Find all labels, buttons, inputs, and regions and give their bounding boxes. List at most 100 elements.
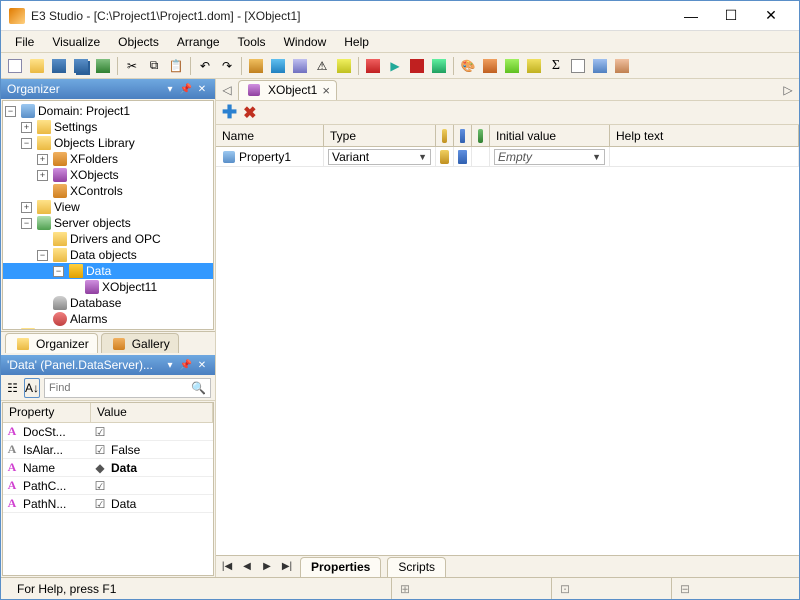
col-type[interactable]: Type xyxy=(324,125,436,146)
col-link-icon[interactable] xyxy=(436,125,454,146)
cell-help[interactable] xyxy=(610,147,799,166)
tree-alarms[interactable]: Alarms xyxy=(3,311,213,327)
tree-objects-library[interactable]: −Objects Library xyxy=(3,135,213,151)
tab-scripts[interactable]: Scripts xyxy=(387,557,446,577)
properties-grid[interactable]: Property Value ADocSt...☑AIsAlar...☑Fals… xyxy=(2,402,214,576)
redo-icon[interactable]: ↷ xyxy=(217,56,237,76)
panel-menu-icon[interactable]: ▾ xyxy=(163,82,177,96)
tree-xobject11[interactable]: XObject11 xyxy=(3,279,213,295)
tab-close-icon[interactable]: × xyxy=(322,83,330,98)
col-help[interactable]: Help text xyxy=(610,125,799,146)
cell-return[interactable] xyxy=(472,147,490,166)
tree-view[interactable]: +View xyxy=(3,199,213,215)
status-help: For Help, press F1 xyxy=(9,578,391,599)
search-icon[interactable]: 🔍 xyxy=(191,381,206,395)
copy-icon[interactable]: ⧉ xyxy=(144,56,164,76)
open-icon[interactable] xyxy=(27,56,47,76)
palette-icon[interactable]: 🎨 xyxy=(458,56,478,76)
minimize-button[interactable]: — xyxy=(671,2,711,30)
tool-icon-3[interactable] xyxy=(290,56,310,76)
tree-explorer[interactable]: +Explorer xyxy=(3,327,213,330)
panel-close-icon[interactable]: ✕ xyxy=(195,82,209,96)
sort-icon[interactable]: A↓ xyxy=(24,378,40,398)
menu-arrange[interactable]: Arrange xyxy=(169,33,228,51)
add-property-button[interactable]: ✚ xyxy=(222,102,237,123)
menu-window[interactable]: Window xyxy=(276,33,335,51)
tree-data-objects[interactable]: −Data objects xyxy=(3,247,213,263)
tree-database[interactable]: Database xyxy=(3,295,213,311)
col-save-icon[interactable] xyxy=(454,125,472,146)
tool-icon-7[interactable] xyxy=(429,56,449,76)
property-row[interactable]: Property1 Variant▼ Empty▼ xyxy=(216,147,799,167)
maximize-button[interactable]: ☐ xyxy=(711,2,751,30)
tab-nav-left-icon[interactable]: ◁ xyxy=(220,83,234,97)
tool-icon-10[interactable] xyxy=(524,56,544,76)
find-input[interactable] xyxy=(49,382,191,394)
tree-drivers[interactable]: Drivers and OPC xyxy=(3,231,213,247)
prop-row[interactable]: AName◆Data xyxy=(3,459,213,477)
prop-row[interactable]: ADocSt...☑ xyxy=(3,423,213,441)
props-menu-icon[interactable]: ▾ xyxy=(163,358,177,372)
categorize-icon[interactable]: ☷ xyxy=(5,378,20,398)
save-all-icon[interactable] xyxy=(71,56,91,76)
initial-dropdown[interactable]: Empty▼ xyxy=(494,149,605,165)
tool-icon-2[interactable] xyxy=(268,56,288,76)
tree-data[interactable]: −Data xyxy=(3,263,213,279)
find-box[interactable]: 🔍 xyxy=(44,378,211,398)
tree-xcontrols[interactable]: XControls xyxy=(3,183,213,199)
delete-property-button[interactable]: ✖ xyxy=(243,103,256,123)
tab-nav-right-icon[interactable]: ▷ xyxy=(781,83,795,97)
menu-visualize[interactable]: Visualize xyxy=(44,33,108,51)
doc-tab-xobject1[interactable]: XObject1 × xyxy=(238,80,337,100)
tree-xobjects[interactable]: +XObjects xyxy=(3,167,213,183)
cell-name[interactable]: Property1 xyxy=(239,150,291,164)
undo-icon[interactable]: ↶ xyxy=(195,56,215,76)
cell-save[interactable] xyxy=(454,147,472,166)
cell-link[interactable] xyxy=(436,147,454,166)
paste-icon[interactable]: 📋 xyxy=(166,56,186,76)
prop-row[interactable]: APathC...☑ xyxy=(3,477,213,495)
tool-icon-13[interactable] xyxy=(612,56,632,76)
close-button[interactable]: ✕ xyxy=(751,2,791,30)
type-dropdown[interactable]: Variant▼ xyxy=(328,149,431,165)
warning-icon[interactable]: ⚠ xyxy=(312,56,332,76)
col-name[interactable]: Name xyxy=(216,125,324,146)
menu-tools[interactable]: Tools xyxy=(230,33,274,51)
menu-objects[interactable]: Objects xyxy=(110,33,167,51)
nav-first-icon[interactable]: |◀ xyxy=(220,561,234,572)
nav-prev-icon[interactable]: ◀ xyxy=(240,561,254,572)
props-close-icon[interactable]: ✕ xyxy=(195,358,209,372)
cut-icon[interactable]: ✂ xyxy=(122,56,142,76)
save-icon[interactable] xyxy=(49,56,69,76)
refresh-icon[interactable] xyxy=(93,56,113,76)
tool-icon-11[interactable] xyxy=(568,56,588,76)
organizer-tree[interactable]: −Domain: Project1 +Settings −Objects Lib… xyxy=(2,100,214,330)
tree-server-objects[interactable]: −Server objects xyxy=(3,215,213,231)
nav-last-icon[interactable]: ▶| xyxy=(280,561,294,572)
tool-icon-1[interactable] xyxy=(246,56,266,76)
prop-row[interactable]: APathN...☑Data xyxy=(3,495,213,513)
menu-help[interactable]: Help xyxy=(336,33,377,51)
tool-icon-9[interactable] xyxy=(502,56,522,76)
run-icon[interactable]: ▶ xyxy=(385,56,405,76)
nav-next-icon[interactable]: ▶ xyxy=(260,561,274,572)
prop-row[interactable]: AIsAlar...☑False xyxy=(3,441,213,459)
stop-icon[interactable] xyxy=(407,56,427,76)
tool-icon-6[interactable] xyxy=(363,56,383,76)
props-pin-icon[interactable]: 📌 xyxy=(179,358,193,372)
tab-properties[interactable]: Properties xyxy=(300,557,381,577)
panel-pin-icon[interactable]: 📌 xyxy=(179,82,193,96)
tab-gallery[interactable]: Gallery xyxy=(101,333,179,353)
new-icon[interactable] xyxy=(5,56,25,76)
tree-domain[interactable]: −Domain: Project1 xyxy=(3,103,213,119)
tree-settings[interactable]: +Settings xyxy=(3,119,213,135)
tab-organizer[interactable]: Organizer xyxy=(5,333,98,353)
col-initial[interactable]: Initial value xyxy=(490,125,610,146)
tool-icon-5[interactable] xyxy=(334,56,354,76)
tool-icon-12[interactable] xyxy=(590,56,610,76)
tool-icon-8[interactable] xyxy=(480,56,500,76)
menu-file[interactable]: File xyxy=(7,33,42,51)
sigma-icon[interactable]: Σ xyxy=(546,56,566,76)
col-return-icon[interactable] xyxy=(472,125,490,146)
tree-xfolders[interactable]: +XFolders xyxy=(3,151,213,167)
